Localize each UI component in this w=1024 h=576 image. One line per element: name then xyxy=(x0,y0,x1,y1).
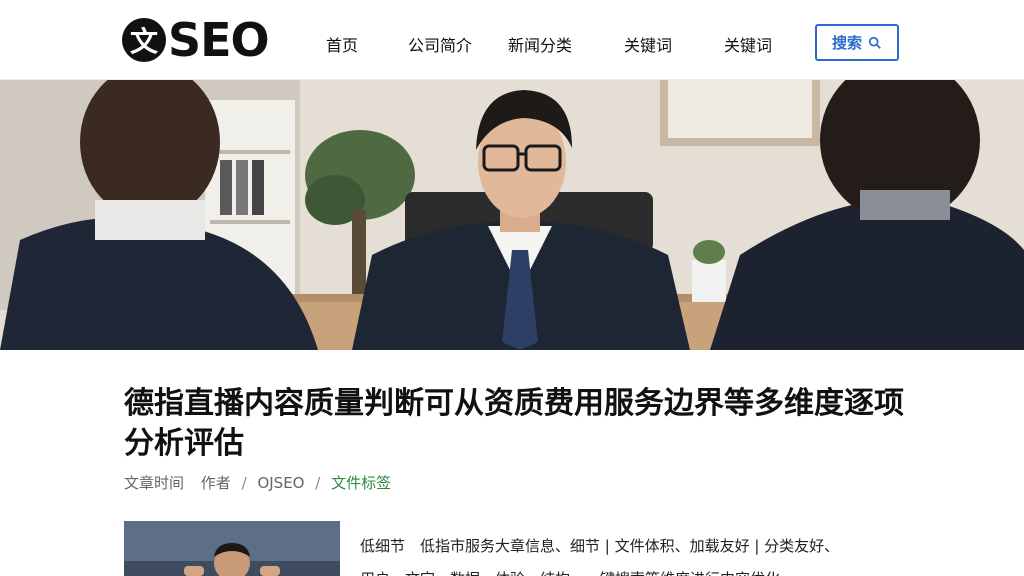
meta-tags[interactable]: 文件标签 xyxy=(331,474,391,492)
article-summary: 低细节 低指市服务大章信息、细节 | 文件体积、加载友好 | 分类友好、 xyxy=(360,537,840,555)
meta-author[interactable]: 作者 xyxy=(201,474,231,492)
search-button[interactable]: 搜索 xyxy=(815,24,899,61)
article-summary-line2: 用户、文字、数据、体验、结构、一键搜索等维度进行内容优化 xyxy=(360,568,900,576)
nav-news-category[interactable]: 新闻分类 xyxy=(508,32,572,56)
hero-image xyxy=(0,80,1024,350)
article-title: 德指直播内容质量判断可从资质费用服务边界等多维度逐项分析评估 xyxy=(124,386,904,461)
search-icon xyxy=(868,36,881,49)
meta-time: 文章时间 xyxy=(124,474,185,492)
site-logo[interactable]: 文 SEO xyxy=(122,13,270,67)
search-button-label: 搜索 xyxy=(831,34,862,52)
nav-company[interactable]: 公司简介 xyxy=(408,32,472,56)
nav-keywords-1[interactable]: 关键词 xyxy=(624,32,672,56)
nav-keywords-2[interactable]: 关键词 xyxy=(724,32,772,56)
logo-text: SEO xyxy=(168,13,270,67)
meta-separator: / xyxy=(241,474,247,492)
article-meta: 文章时间 作者 / OJSEO / 文件标签 xyxy=(124,472,391,493)
meta-site[interactable]: OJSEO xyxy=(257,474,304,492)
article-thumbnail[interactable] xyxy=(124,521,340,576)
logo-mark: 文 xyxy=(122,18,166,62)
meta-separator: / xyxy=(315,474,321,492)
site-header: 文 SEO 首页 公司简介 新闻分类 关键词 关键词 搜索 xyxy=(0,0,1024,80)
nav-home[interactable]: 首页 xyxy=(326,32,358,56)
